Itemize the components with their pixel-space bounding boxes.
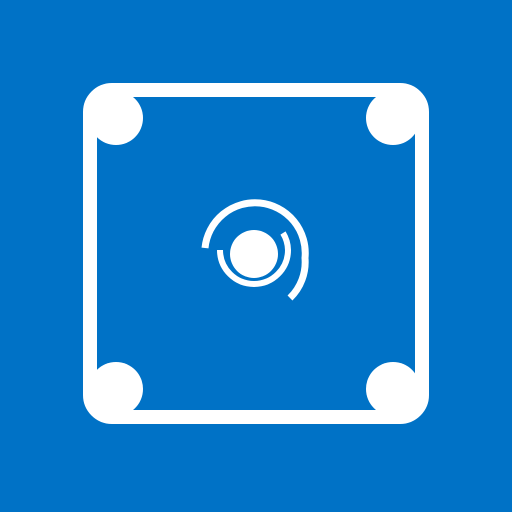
center-ball	[230, 230, 278, 278]
pocket-bottom-left	[89, 362, 143, 416]
pocket-bottom-right	[366, 362, 420, 416]
pocket-top-right	[366, 91, 420, 145]
billiard-table-icon	[0, 0, 512, 512]
pocket-top-left	[89, 91, 143, 145]
